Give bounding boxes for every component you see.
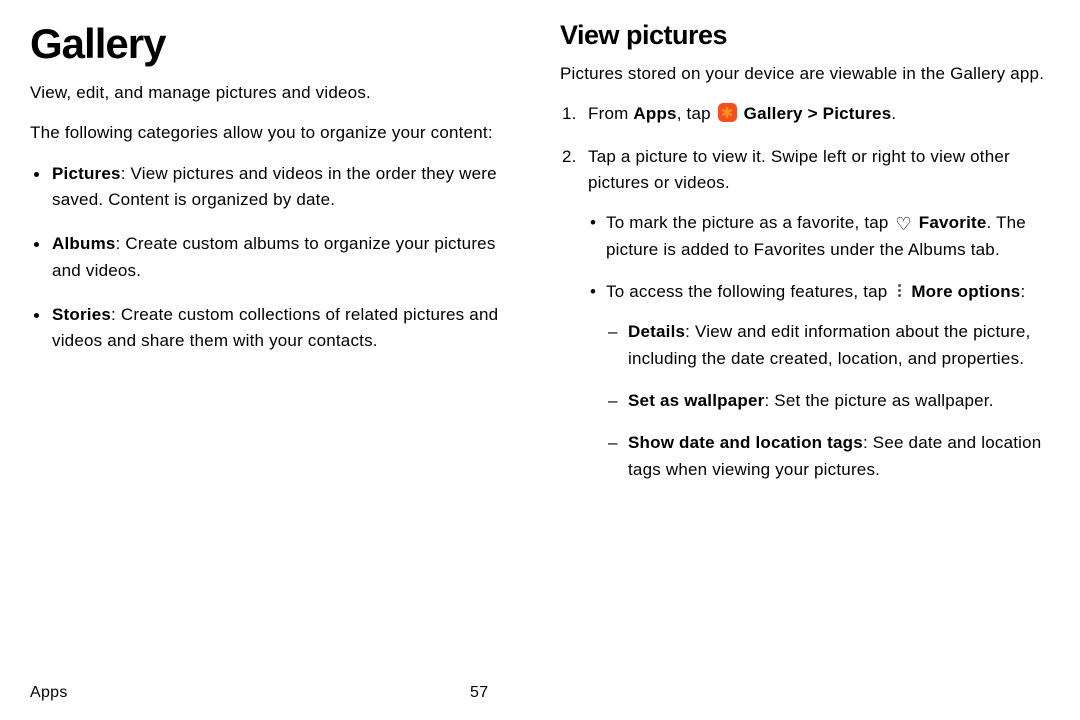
list-item: To access the following features, tap Mo… xyxy=(606,279,1050,483)
sub-pre: To mark the picture as a favorite, tap xyxy=(606,213,894,232)
dash-desc: : Set the picture as wallpaper. xyxy=(764,391,993,410)
gallery-icon xyxy=(718,103,737,122)
left-column: Gallery View, edit, and manage pictures … xyxy=(30,20,520,680)
dash-desc: : View and edit information about the pi… xyxy=(628,322,1030,367)
more-options-icon xyxy=(894,282,904,299)
list-item: Set as wallpaper: Set the picture as wal… xyxy=(628,388,1050,414)
list-item: Details: View and edit information about… xyxy=(628,319,1050,372)
categories-list: Pictures: View pictures and videos in th… xyxy=(30,161,520,355)
dash-list: Details: View and edit information about… xyxy=(606,319,1050,483)
section-title: View pictures xyxy=(560,20,1050,51)
category-desc: : Create custom collections of related p… xyxy=(52,305,498,350)
sub-list: To mark the picture as a favorite, tap ♡… xyxy=(588,210,1050,483)
category-label: Pictures xyxy=(52,164,121,183)
step-text: , tap xyxy=(677,104,716,123)
dash-label: Show date and location tags xyxy=(628,433,863,452)
page-number: 57 xyxy=(470,684,488,702)
footer: Apps 57 xyxy=(30,684,1050,702)
page-content: Gallery View, edit, and manage pictures … xyxy=(0,0,1080,680)
list-item: Stories: Create custom collections of re… xyxy=(52,302,520,355)
sub-post: : xyxy=(1020,282,1025,301)
step-item: Tap a picture to view it. Swipe left or … xyxy=(588,144,1050,483)
step-item: From Apps, tap Gallery > Pictures. xyxy=(588,101,1050,127)
list-item: Albums: Create custom albums to organize… xyxy=(52,231,520,284)
category-label: Albums xyxy=(52,234,116,253)
apps-label: Apps xyxy=(633,104,676,123)
heart-icon: ♡ xyxy=(896,215,912,233)
dash-label: Details xyxy=(628,322,685,341)
list-item: To mark the picture as a favorite, tap ♡… xyxy=(606,210,1050,263)
intro-text: View, edit, and manage pictures and vide… xyxy=(30,80,520,106)
section-intro: Pictures stored on your device are viewa… xyxy=(560,61,1050,87)
favorite-label: Favorite xyxy=(919,213,987,232)
step-text: Tap a picture to view it. Swipe left or … xyxy=(588,147,1010,192)
category-label: Stories xyxy=(52,305,111,324)
dash-label: Set as wallpaper xyxy=(628,391,764,410)
category-desc: : Create custom albums to organize your … xyxy=(52,234,496,279)
sub-pre: To access the following features, tap xyxy=(606,282,892,301)
right-column: View pictures Pictures stored on your de… xyxy=(560,20,1050,680)
steps-list: From Apps, tap Gallery > Pictures. Tap a… xyxy=(560,101,1050,483)
step-text: From xyxy=(588,104,633,123)
more-options-label: More options xyxy=(911,282,1020,301)
step-text: . xyxy=(891,104,896,123)
page-title: Gallery xyxy=(30,20,520,68)
list-item: Show date and location tags: See date an… xyxy=(628,430,1050,483)
lead-text: The following categories allow you to or… xyxy=(30,120,520,146)
gallery-pictures-label: Gallery > Pictures xyxy=(744,104,892,123)
footer-section: Apps xyxy=(30,684,68,701)
list-item: Pictures: View pictures and videos in th… xyxy=(52,161,520,214)
